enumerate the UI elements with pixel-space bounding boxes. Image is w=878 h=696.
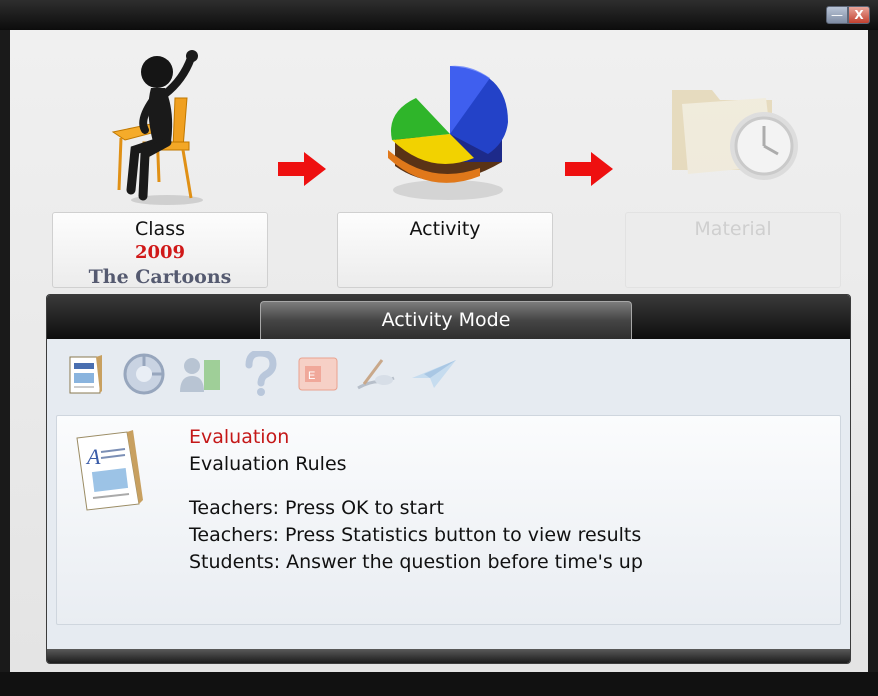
class-name: The Cartoons — [88, 266, 232, 288]
step-activity[interactable]: Activity — [337, 212, 553, 288]
arrow-right-icon — [278, 152, 326, 186]
question-icon[interactable] — [235, 350, 285, 398]
activity-subtitle: Evaluation Rules — [189, 453, 347, 475]
evaluation-document-icon: A — [76, 430, 143, 511]
instruction-line: Teachers: Press Statistics button to vie… — [189, 524, 642, 546]
user-book-icon[interactable] — [177, 350, 227, 398]
minimize-button[interactable]: — — [826, 6, 848, 24]
folder-clock-icon — [672, 90, 798, 180]
evaluation-calendar-icon[interactable] — [61, 350, 111, 398]
window-controls: — X — [826, 6, 870, 24]
activity-description: A Evaluation Evaluation Rules Teachers: … — [56, 415, 841, 625]
presentation-icon[interactable]: E — [293, 350, 343, 398]
pie-chart-icon — [388, 65, 508, 200]
activity-text: Evaluation Evaluation Rules Teachers: Pr… — [189, 424, 643, 576]
step-activity-label: Activity — [409, 218, 481, 240]
pen-hand-icon[interactable] — [351, 350, 401, 398]
close-button[interactable]: X — [848, 6, 870, 24]
activity-toolbar: E — [61, 349, 467, 399]
activity-mode-panel: Activity Mode E A Evaluation Evaluation … — [46, 294, 851, 664]
panel-footer — [47, 649, 850, 663]
main-window: Class 2009 The Cartoons Activity Materia… — [10, 30, 868, 672]
bottom-bar — [0, 672, 878, 696]
step-class-label: Class — [135, 218, 185, 240]
step-class[interactable]: Class 2009 The Cartoons — [52, 212, 268, 288]
instruction-line: Students: Answer the question before tim… — [189, 551, 643, 573]
student-at-desk-icon — [111, 50, 203, 205]
arrow-right-icon — [565, 152, 613, 186]
class-year: 2009 — [134, 242, 186, 263]
svg-text:A: A — [85, 444, 101, 469]
panel-header: Activity Mode — [47, 295, 850, 339]
svg-text:E: E — [308, 370, 315, 382]
paper-plane-icon[interactable] — [409, 350, 459, 398]
step-material: Material — [625, 212, 841, 288]
activity-mode-tab[interactable]: Activity Mode — [260, 301, 632, 339]
title-bar: — X — [0, 0, 878, 30]
instruction-line: Teachers: Press OK to start — [189, 497, 444, 519]
statistics-chart-icon[interactable] — [119, 350, 169, 398]
step-material-label: Material — [694, 218, 772, 240]
activity-title: Evaluation — [189, 426, 290, 448]
